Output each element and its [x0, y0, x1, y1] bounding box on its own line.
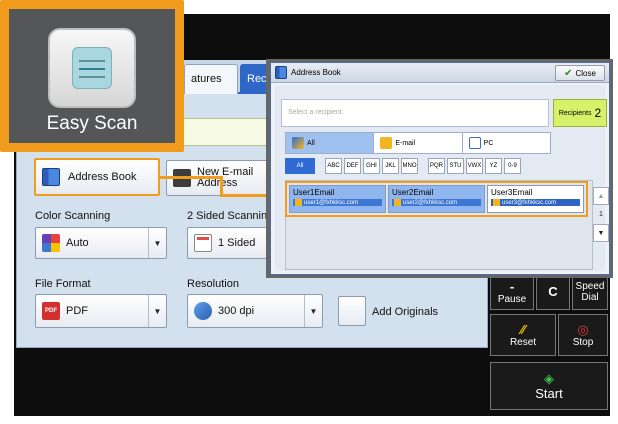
check-icon: ✔ — [564, 67, 573, 79]
type-tab-all[interactable]: All — [286, 133, 375, 153]
speed-dial-label: Speed Dial — [575, 281, 605, 303]
pause-label: Pause — [497, 293, 527, 305]
chevron-down-icon: ▼ — [148, 228, 166, 258]
file-format-value: PDF — [66, 305, 88, 317]
reset-label: Reset — [509, 336, 537, 348]
alpha-tab[interactable]: YZ — [485, 158, 502, 174]
type-tab-pc[interactable]: PC — [463, 133, 550, 153]
easy-scan-callout: Easy Scan — [0, 0, 184, 152]
list-scroll: ▲ 1 ▼ — [593, 187, 609, 271]
alpha-tab[interactable]: PQR — [428, 158, 445, 174]
type-tab-label: PC — [483, 139, 494, 147]
recipients-count: 2 — [594, 106, 602, 120]
two-sided-scanning-label: 2 Sided Scanning — [187, 210, 274, 222]
two-sided-scanning-value: 1 Sided — [218, 237, 256, 249]
selected-recipients-highlight — [285, 181, 588, 217]
scan-line — [79, 76, 105, 78]
color-scanning-value: Auto — [66, 237, 89, 249]
alpha-tab[interactable]: GHI — [363, 158, 380, 174]
pdf-icon: PDF — [42, 302, 60, 320]
recipients-button[interactable]: Recipients 2 — [553, 99, 607, 127]
alpha-tab[interactable]: VWX — [466, 158, 483, 174]
type-tab-label: E-mail — [395, 139, 416, 147]
address-book-icon — [42, 168, 60, 186]
scanner-glass — [72, 47, 112, 89]
address-book-icon — [275, 66, 287, 79]
two-sided-scanning-dropdown[interactable]: 1 Sided — [187, 227, 269, 259]
scan-line — [79, 60, 105, 62]
resolution-dropdown[interactable]: 300 dpi ▼ — [187, 294, 323, 328]
type-tab-label: All — [307, 139, 315, 147]
scanner-icon — [48, 28, 136, 108]
envelope-icon — [380, 137, 393, 149]
reset-icon: ⁄⁄ — [520, 321, 526, 337]
type-tabs: All E-mail PC — [285, 132, 551, 154]
alpha-tab[interactable]: 0-9 — [504, 158, 521, 174]
all-contacts-icon — [292, 137, 304, 149]
alpha-tab-all[interactable]: All — [285, 158, 315, 174]
close-button[interactable]: ✔ Close — [555, 65, 605, 81]
clear-label: C — [548, 284, 558, 299]
reset-key[interactable]: ⁄⁄ Reset — [490, 314, 556, 356]
speed-dial-key[interactable]: Speed Dial — [572, 274, 608, 310]
page-number: 1 — [599, 211, 603, 218]
color-palette-icon — [42, 234, 60, 252]
tab-features[interactable]: atures — [184, 64, 238, 94]
callout-connector — [220, 194, 272, 197]
one-sided-page-icon — [194, 234, 212, 252]
file-format-dropdown[interactable]: PDF PDF ▼ — [35, 294, 167, 328]
add-originals-checkbox[interactable] — [338, 296, 366, 326]
alpha-tab[interactable]: ABC — [325, 158, 342, 174]
callout-connector — [158, 176, 222, 179]
add-originals-label: Add Originals — [372, 306, 439, 318]
scroll-down-button[interactable]: ▼ — [593, 224, 609, 242]
easy-scan-tile[interactable]: Easy Scan — [9, 9, 175, 143]
stop-key[interactable]: ◎ Stop — [558, 314, 608, 356]
scroll-up-button[interactable]: ▲ — [593, 187, 609, 205]
select-recipient-input[interactable]: Select a recipient. — [281, 99, 549, 127]
pause-symbol: - — [509, 278, 515, 294]
stop-label: Stop — [572, 336, 594, 348]
alpha-tab[interactable]: JKL — [382, 158, 399, 174]
type-tab-email[interactable]: E-mail — [374, 133, 463, 153]
start-label: Start — [535, 385, 563, 401]
alpha-tab[interactable]: STU — [447, 158, 464, 174]
computer-icon — [468, 137, 481, 149]
recipients-label: Recipients — [558, 109, 592, 117]
callout-connector — [220, 176, 223, 196]
stop-icon: ◎ — [577, 321, 589, 337]
clear-key[interactable]: C — [536, 274, 570, 310]
address-book-button-label: Address Book — [68, 171, 137, 183]
resolution-label: Resolution — [187, 278, 239, 290]
scan-line — [79, 68, 105, 70]
alpha-tab[interactable]: DEF — [344, 158, 361, 174]
address-book-window: Address Book ✔ Close Select a recipient.… — [270, 62, 610, 275]
alpha-tab[interactable]: MNO — [401, 158, 418, 174]
color-scanning-label: Color Scanning — [35, 210, 111, 222]
address-book-button[interactable]: Address Book — [34, 158, 160, 196]
chevron-down-icon: ▼ — [304, 295, 322, 327]
chevron-down-icon: ▼ — [148, 295, 166, 327]
color-scanning-dropdown[interactable]: Auto ▼ — [35, 227, 167, 259]
easy-scan-label: Easy Scan — [46, 113, 138, 134]
start-icon: ◈ — [544, 370, 554, 386]
start-key[interactable]: ◈ Start — [490, 362, 608, 410]
resolution-value: 300 dpi — [218, 305, 255, 317]
close-label: Close — [575, 68, 596, 78]
address-book-title: Address Book — [291, 68, 341, 77]
address-book-titlebar: Address Book ✔ Close — [271, 63, 609, 83]
file-format-label: File Format — [35, 278, 91, 290]
pause-key[interactable]: - Pause — [490, 274, 534, 310]
alphabet-tabs: All ABC DEF GHI JKL MNO PQR STU VWX YZ 0… — [285, 158, 521, 174]
resolution-icon — [194, 302, 212, 320]
